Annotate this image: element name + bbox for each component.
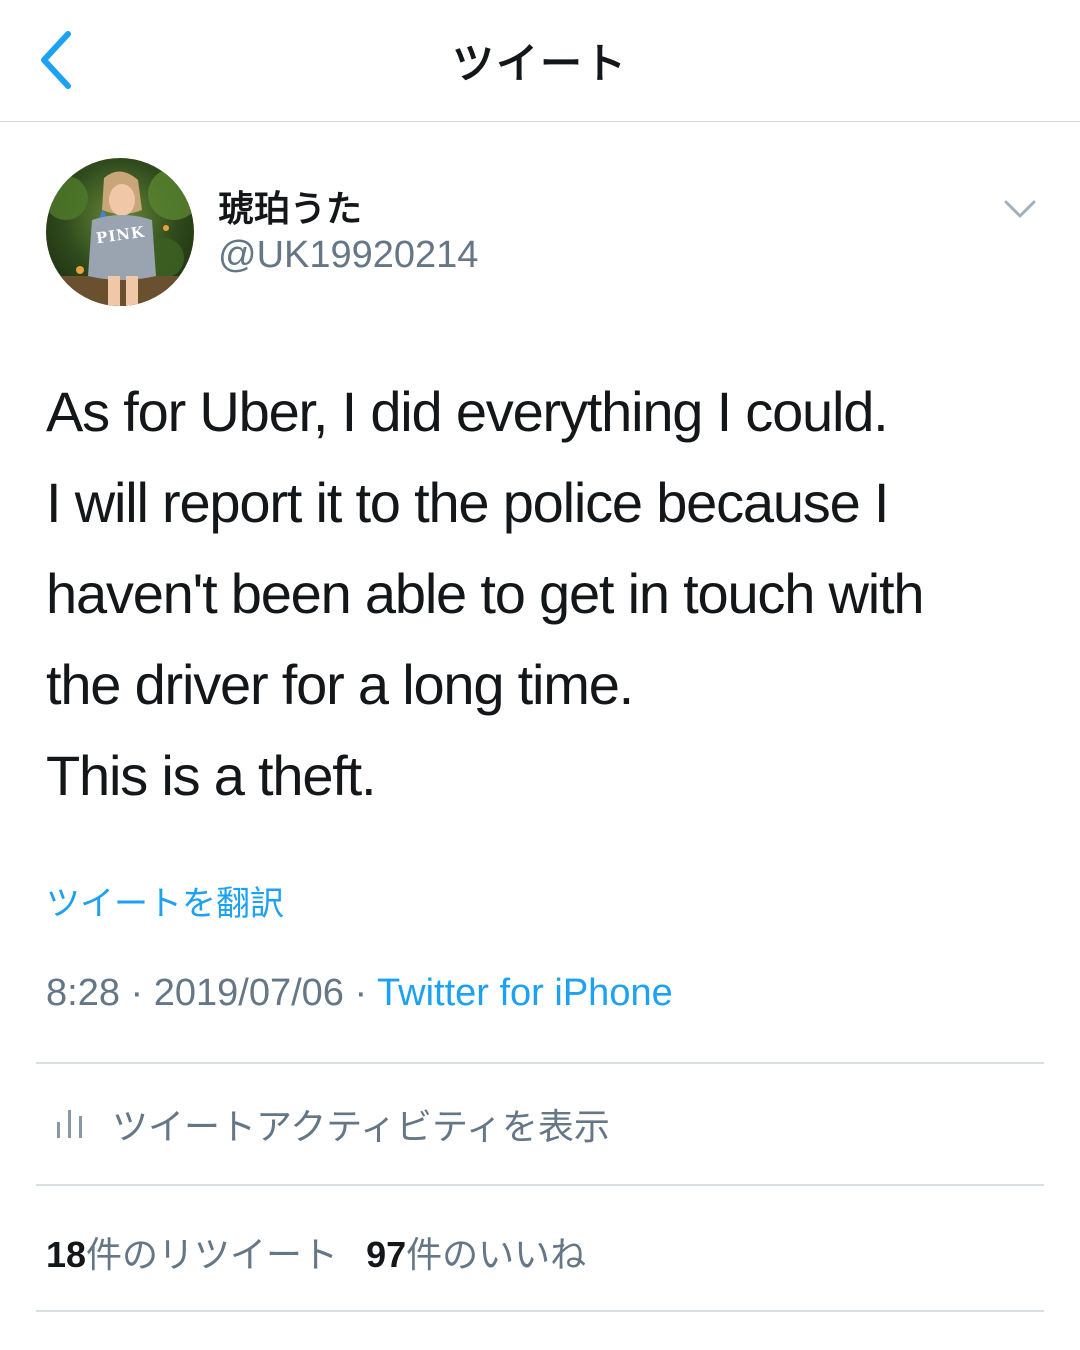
engagement-stats: 18件のリツイート 97件のいいね (46, 1226, 586, 1278)
tweet-activity-button[interactable]: ツイートアクティビティを表示 (46, 1098, 1026, 1150)
nav-bar: ツイート (0, 0, 1080, 122)
retweets-stat[interactable]: 18件のリツイート (46, 1226, 338, 1278)
divider (36, 1062, 1044, 1064)
retweets-label: 件のリツイート (86, 1234, 339, 1275)
author-display-name[interactable]: 琥珀うた (218, 180, 362, 232)
divider (36, 1184, 1044, 1186)
avatar[interactable]: PINK (46, 158, 194, 306)
tweet-activity-label: ツイートアクティビティを表示 (112, 1106, 610, 1147)
meta-separator: · (343, 972, 378, 1014)
tweet-meta: 8:28 · 2019/07/06 · Twitter for iPhone (46, 972, 673, 1015)
bar-chart-icon (57, 1110, 82, 1138)
likes-count: 97 (366, 1234, 407, 1275)
tweet-text: As for Uber, I did everything I could. I… (46, 380, 925, 807)
author-handle[interactable]: @UK19920214 (218, 234, 478, 277)
likes-label: 件のいいね (406, 1234, 587, 1275)
translate-tweet-link[interactable]: ツイートを翻訳 (46, 876, 284, 925)
retweets-count: 18 (46, 1234, 87, 1275)
tweet-date: 2019/07/06 (153, 972, 344, 1014)
tweet-time: 8:28 (46, 972, 120, 1014)
likes-stat[interactable]: 97件のいいね (366, 1226, 586, 1278)
page-title: ツイート (451, 40, 628, 87)
divider (36, 1310, 1044, 1312)
tweet-source-link[interactable]: Twitter for iPhone (377, 972, 673, 1014)
meta-separator: · (119, 972, 154, 1014)
more-options-button[interactable] (998, 192, 1042, 228)
chevron-down-icon (1004, 200, 1036, 218)
